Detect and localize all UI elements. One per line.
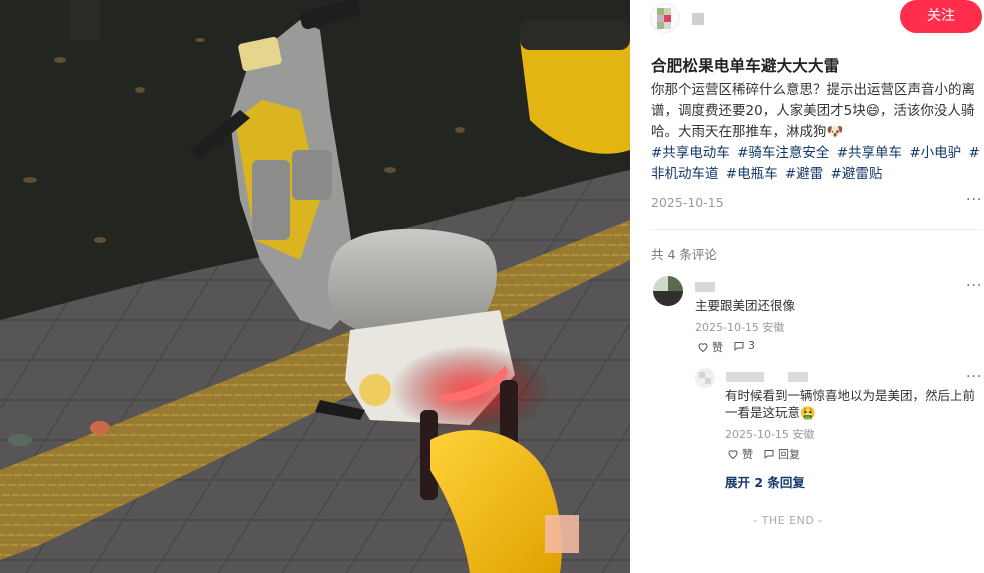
heart-icon bbox=[728, 450, 738, 460]
tag-link[interactable]: #避雷贴 bbox=[831, 166, 883, 182]
divider bbox=[651, 229, 981, 230]
commenter-name[interactable] bbox=[695, 282, 715, 292]
reply-label: 回复 bbox=[778, 448, 800, 461]
author-avatar[interactable] bbox=[650, 3, 680, 33]
like-button[interactable]: 赞 bbox=[697, 339, 723, 355]
like-label: 赞 bbox=[712, 341, 723, 354]
avatar-image-icon bbox=[695, 368, 715, 388]
avatar-image-icon bbox=[653, 276, 683, 306]
reply-count: 3 bbox=[748, 339, 755, 352]
author-bar: 关注 bbox=[630, 0, 984, 34]
reply-text: 有时候看到一辆惊喜地以为是美团，然后上前一看是这玩意🤮 bbox=[725, 388, 976, 420]
tag-link[interactable]: #共享电动车 bbox=[651, 145, 730, 161]
post-date: 2025-10-15 bbox=[651, 195, 724, 210]
more-dots-icon[interactable]: ··· bbox=[966, 369, 982, 385]
follow-button[interactable]: 关注 bbox=[900, 0, 982, 33]
reply-meta: 2025-10-15 安徽 bbox=[725, 428, 815, 441]
comment-count: 共 4 条评论 bbox=[651, 247, 717, 262]
tag-link[interactable]: #避雷 bbox=[785, 166, 823, 182]
reply-button[interactable]: 回复 bbox=[763, 446, 800, 462]
author-name[interactable] bbox=[692, 13, 704, 25]
like-button[interactable]: 赞 bbox=[727, 446, 753, 462]
the-end-label: - THE END - bbox=[753, 514, 823, 527]
tag-link[interactable]: #骑车注意安全 bbox=[737, 145, 829, 161]
more-dots-icon[interactable]: ··· bbox=[966, 192, 982, 208]
reply-button[interactable]: 3 bbox=[733, 339, 755, 352]
more-dots-icon[interactable]: ··· bbox=[966, 278, 982, 294]
replier-target-name[interactable] bbox=[788, 372, 808, 382]
comment-meta: 2025-10-15 安徽 bbox=[695, 321, 785, 334]
post-detail-panel: 关注 合肥松果电单车避大大大雷 你那个运营区稀碎什么意思？提示出运营区声音小的离… bbox=[630, 0, 984, 573]
post-body: 你那个运营区稀碎什么意思？提示出运营区声音小的离谱，调度费还要20，人家美团才5… bbox=[651, 82, 975, 140]
scooter-photo-illustration bbox=[0, 0, 630, 573]
post-title: 合肥松果电单车避大大大雷 bbox=[651, 57, 840, 75]
tag-link[interactable]: #小电驴 bbox=[909, 145, 961, 161]
comment-text: 主要跟美团还很像 bbox=[695, 298, 796, 313]
replier-avatar[interactable] bbox=[695, 368, 715, 388]
comment-bubble-icon bbox=[734, 341, 744, 350]
tag-link[interactable]: #共享单车 bbox=[837, 145, 902, 161]
replier-name[interactable] bbox=[726, 372, 764, 382]
expand-replies-link[interactable]: 展开 2 条回复 bbox=[725, 472, 805, 491]
comment-bubble-icon bbox=[764, 450, 774, 459]
post-photo bbox=[0, 0, 630, 573]
tag-link[interactable]: #电瓶车 bbox=[726, 166, 778, 182]
commenter-avatar[interactable] bbox=[653, 276, 683, 306]
post-tags: #共享电动车 #骑车注意安全 #共享单车 #小电驴 #非机动车道 #电瓶车 #避… bbox=[651, 143, 981, 185]
like-label: 赞 bbox=[742, 448, 753, 461]
heart-icon bbox=[698, 343, 708, 353]
